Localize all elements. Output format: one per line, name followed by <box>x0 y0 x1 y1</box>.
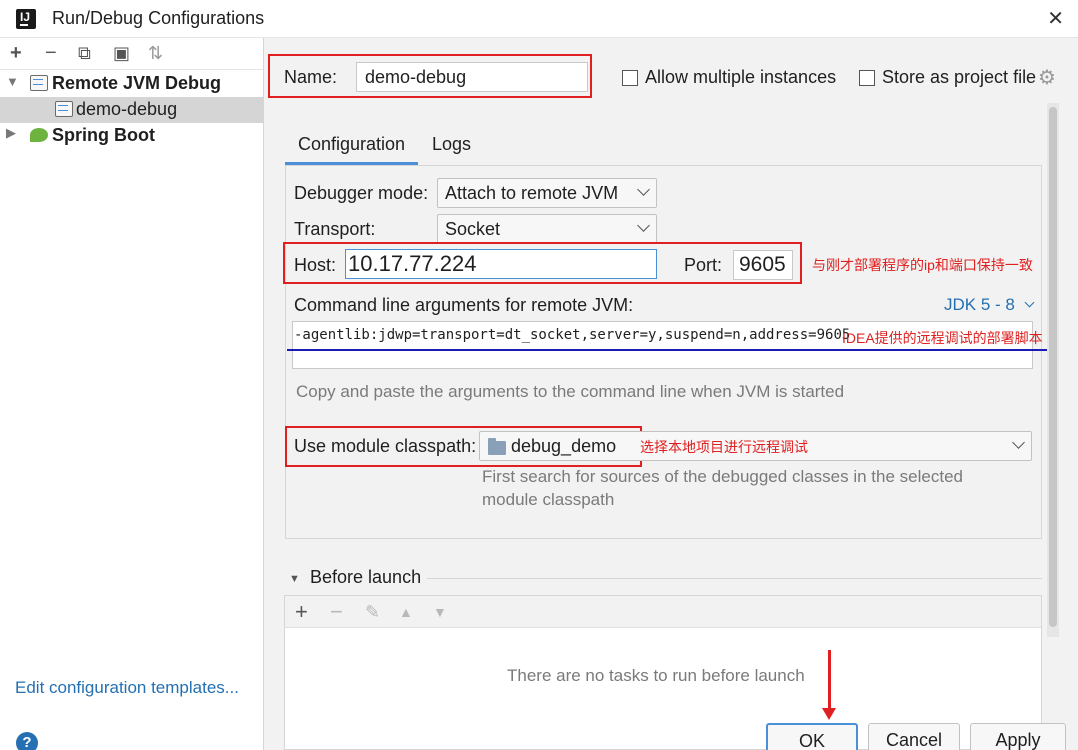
scrollbar-thumb[interactable] <box>1049 107 1057 627</box>
cmd-args-label: Command line arguments for remote JVM: <box>294 295 634 315</box>
transport-value: Socket <box>445 219 501 239</box>
chevron-down-icon[interactable]: ▼ <box>6 74 19 89</box>
jdk-version-value: JDK 5 - 8 <box>944 295 1015 314</box>
sidebar-toolbar: + − ⧉ ▣ ⇅ <box>0 38 263 70</box>
module-classpath-value: debug_demo <box>511 436 617 456</box>
jdk-version-select[interactable]: JDK 5 - 8 <box>944 295 1035 315</box>
intellij-logo-icon: IJ <box>16 9 36 29</box>
module-folder-icon <box>488 438 506 455</box>
port-label: Port: <box>684 255 723 275</box>
title-bar: IJ Run/Debug Configurations ✕ <box>0 0 1078 38</box>
debugger-mode-value: Attach to remote JVM <box>445 183 619 203</box>
host-label: Host: <box>294 255 337 275</box>
cmd-args-hint: Copy and paste the arguments to the comm… <box>296 382 845 401</box>
remove-task-icon[interactable]: − <box>330 599 343 625</box>
folder-add-icon[interactable]: ▣ <box>113 42 130 64</box>
name-value: demo-debug <box>365 67 467 87</box>
transport-select[interactable]: Socket <box>437 214 657 244</box>
apply-button[interactable]: Apply <box>970 723 1066 750</box>
sort-icon[interactable]: ⇅ <box>148 42 163 64</box>
remote-debug-icon <box>55 101 73 117</box>
chevron-down-icon <box>637 219 650 232</box>
host-field[interactable]: 10.17.77.224 <box>345 249 657 279</box>
before-launch-heading: Before launch <box>310 567 422 587</box>
before-launch-toolbar: + − ✎ ▲ ▼ <box>285 596 1041 628</box>
tree-item-demo-debug[interactable]: demo-debug <box>0 97 264 123</box>
name-label: Name: <box>284 67 338 87</box>
help-icon[interactable]: ? <box>16 732 38 750</box>
tree-item-label: Remote JVM Debug <box>52 73 222 93</box>
remove-icon[interactable]: − <box>45 42 57 64</box>
host-port-annotation: 与刚才部署程序的ip和端口保持一致 <box>812 257 1033 273</box>
store-project-checkbox[interactable] <box>859 70 875 86</box>
move-up-icon[interactable]: ▲ <box>399 604 413 620</box>
section-divider <box>427 578 1042 579</box>
add-icon[interactable]: + <box>10 42 22 64</box>
port-value: 9605 <box>739 253 786 276</box>
transport-label: Transport: <box>294 219 376 239</box>
module-classpath-label: Use module classpath: <box>294 436 477 456</box>
move-down-icon[interactable]: ▼ <box>433 604 447 620</box>
tab-configuration[interactable]: Configuration <box>298 134 405 155</box>
name-field[interactable]: demo-debug <box>356 62 588 92</box>
edit-task-icon[interactable]: ✎ <box>365 602 380 623</box>
tree-item-remote-jvm-debug[interactable]: ▼ Remote JVM Debug <box>0 71 264 97</box>
allow-multiple-label: Allow multiple instances <box>645 67 837 87</box>
before-launch-empty-text: There are no tasks to run before launch <box>507 666 805 685</box>
tree-item-label: demo-debug <box>76 99 178 119</box>
port-field[interactable]: 9605 <box>733 250 793 280</box>
annotation-arrow-shaft <box>828 650 831 710</box>
chevron-down-icon <box>1012 436 1025 449</box>
chevron-down-icon <box>1024 297 1035 308</box>
host-value: 10.17.77.224 <box>348 251 477 276</box>
tree-item-label: Spring Boot <box>52 125 155 145</box>
tab-logs[interactable]: Logs <box>432 134 471 155</box>
scrollbar[interactable] <box>1047 103 1059 637</box>
annotation-arrow-head-icon <box>822 708 836 720</box>
cmd-args-value: -agentlib:jdwp=transport=dt_socket,serve… <box>294 327 851 343</box>
chevron-right-icon[interactable]: ▶ <box>6 125 16 141</box>
add-task-icon[interactable]: + <box>295 599 308 625</box>
tree-item-spring-boot[interactable]: ▶ Spring Boot <box>0 123 264 149</box>
window-title: Run/Debug Configurations <box>52 8 265 28</box>
module-hint-line-1: First search for sources of the debugged… <box>482 467 963 486</box>
debugger-mode-label: Debugger mode: <box>294 183 429 203</box>
cancel-button[interactable]: Cancel <box>868 723 960 750</box>
chevron-down-icon <box>637 183 650 196</box>
store-project-label: Store as project file <box>882 67 1037 87</box>
allow-multiple-checkbox[interactable] <box>622 70 638 86</box>
spring-boot-icon <box>30 128 48 142</box>
close-icon[interactable]: ✕ <box>1047 6 1064 31</box>
remote-debug-icon <box>30 75 48 91</box>
module-annotation: 选择本地项目进行远程调试 <box>640 439 808 455</box>
configuration-editor: Name: demo-debug Allow multiple instance… <box>265 38 1078 750</box>
cmd-args-annotation: IDEA提供的远程调试的部署脚本 <box>842 330 1043 346</box>
configurations-sidebar: + − ⧉ ▣ ⇅ ▼ Remote JVM Debug demo-debug … <box>0 38 264 750</box>
ok-button[interactable]: OK <box>766 723 858 750</box>
edit-templates-link[interactable]: Edit configuration templates... <box>15 678 239 698</box>
debugger-mode-select[interactable]: Attach to remote JVM <box>437 178 657 208</box>
gear-icon[interactable]: ⚙ <box>1038 65 1056 90</box>
cmd-args-underline <box>287 349 1053 351</box>
copy-icon[interactable]: ⧉ <box>78 42 91 64</box>
module-hint-line-2: module classpath <box>482 490 615 509</box>
collapse-arrow-icon[interactable]: ▼ <box>289 573 300 585</box>
